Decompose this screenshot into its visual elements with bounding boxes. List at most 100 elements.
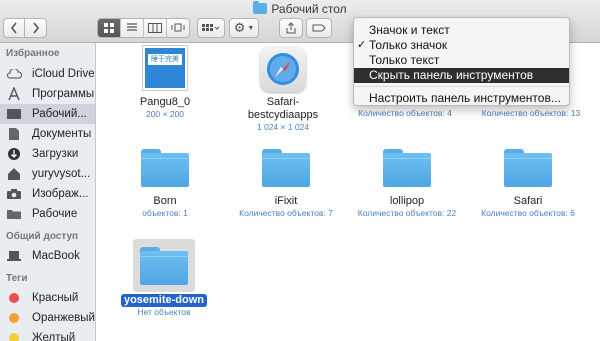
action-button[interactable]: ⚙ ▼ [229, 18, 259, 38]
view-mode-segmented-control [97, 18, 190, 38]
file-name: yosemite-down [120, 294, 208, 307]
yellow-tag-dot-icon [0, 328, 28, 341]
menu-separator [354, 86, 569, 87]
downloads-icon [0, 144, 28, 164]
file-item-yosemite-down[interactable]: yosemite-down Нет объектов [106, 247, 222, 318]
tags-header: Теги [6, 273, 28, 284]
chevron-left-icon [10, 22, 17, 34]
file-item-hidden-2[interactable]: Количество объектов: 13 [473, 108, 589, 119]
file-item-ifixit[interactable]: iFixit Количество объектов: 7 [228, 149, 344, 219]
sidebar-item-label: Красный [32, 292, 79, 304]
menu-item-label: Только значок [369, 38, 448, 52]
arrange-button[interactable] [197, 18, 225, 38]
menu-item-label: Только текст [369, 53, 440, 67]
image-thumbnail: 睡于完美 [143, 46, 187, 90]
icon-view-icon [104, 23, 114, 33]
sidebar-item-label: MacBook [32, 250, 80, 262]
window-title-text: Рабочий стол [271, 2, 347, 16]
file-name: Born [153, 195, 177, 207]
sidebar-item-label: Оранжевый [32, 312, 95, 324]
sidebar-item-desktop[interactable]: Рабочий... [0, 104, 95, 124]
folder-icon [141, 149, 189, 187]
file-info: Количество объектов: 6 [481, 208, 575, 218]
file-info: объектов: 1 [142, 208, 188, 218]
sidebar-item-documents[interactable]: Документы [0, 124, 95, 144]
sidebar-item-label: Рабочие [32, 208, 78, 220]
sidebar-item-label: Рабочий... [32, 108, 87, 120]
sidebar-item-label: Желтый [32, 332, 76, 341]
menu-item-label: Скрыть панель инструментов [369, 68, 534, 82]
menu-item-customize-toolbar[interactable]: Настроить панель инструментов... [354, 91, 569, 106]
safari-icon [260, 46, 306, 92]
sidebar: Избранное iCloud Drive Программы Рабочий… [0, 43, 96, 341]
list-view-button[interactable] [121, 19, 144, 37]
sidebar-item-macbook[interactable]: MacBook [0, 246, 95, 266]
file-info: Количество объектов: 13 [481, 108, 581, 118]
red-tag-dot-icon [0, 288, 28, 308]
file-info: Количество объектов: 22 [357, 208, 457, 218]
coverflow-view-button[interactable] [167, 19, 189, 37]
file-name: Safari [513, 195, 543, 207]
shared-header: Общий доступ [6, 231, 79, 242]
documents-icon [0, 124, 28, 144]
menu-item-label: Настроить панель инструментов... [369, 91, 561, 105]
sidebar-item-label: yuryvysot... [32, 168, 91, 180]
sidebar-item-pictures[interactable]: Изображ... [0, 184, 95, 204]
file-name: iFixit [274, 195, 298, 207]
sidebar-item-label: Документы [32, 128, 92, 140]
menu-item-hide-toolbar[interactable]: Скрыть панель инструментов [354, 68, 569, 83]
file-item-born[interactable]: Born объектов: 1 [107, 149, 223, 219]
menu-item-icon-and-text[interactable]: Значок и текст [354, 23, 569, 38]
apps-icon [0, 84, 28, 104]
icon-view-button[interactable] [98, 19, 121, 37]
file-info: 200 × 200 [145, 109, 185, 119]
menu-item-icon-only[interactable]: ✓ Только значок [354, 38, 569, 53]
list-view-icon [127, 23, 137, 31]
chevron-right-icon [32, 22, 39, 34]
pangu-badge: 睡于完美 [148, 54, 182, 65]
folder-icon [383, 149, 431, 187]
file-item-lollipop[interactable]: lollipop Количество объектов: 22 [349, 149, 465, 219]
file-item-hidden-1[interactable]: Количество объектов: 4 [347, 108, 463, 119]
folder-icon [253, 1, 268, 14]
column-view-button[interactable] [144, 19, 167, 37]
sidebar-item-tag-red[interactable]: Красный [0, 288, 95, 308]
window-title: Рабочий стол [0, 1, 600, 17]
sidebar-item-label: Программы [32, 88, 95, 100]
column-view-icon [148, 23, 162, 33]
home-icon [0, 164, 28, 184]
file-info: Количество объектов: 7 [239, 208, 333, 218]
forward-button[interactable] [25, 18, 47, 38]
folder-icon [262, 149, 310, 187]
file-item-safari-app[interactable]: Safari- bestcydiaapps 1 024 × 1 024 [225, 46, 341, 133]
file-name: Safari- [266, 96, 300, 108]
coverflow-view-icon [171, 23, 185, 32]
tag-button[interactable] [306, 18, 332, 38]
file-info: Нет объектов [137, 307, 191, 317]
desktop-icon [0, 104, 28, 124]
menu-item-text-only[interactable]: Только текст [354, 53, 569, 68]
file-info: 1 024 × 1 024 [256, 122, 310, 132]
folder-icon [0, 204, 28, 224]
sidebar-item-tag-yellow[interactable]: Желтый [0, 328, 95, 341]
checkmark-icon: ✓ [357, 39, 367, 51]
sidebar-item-downloads[interactable]: Загрузки [0, 144, 95, 164]
share-icon [286, 22, 296, 34]
file-name: Pangu8_0 [139, 96, 191, 108]
file-item-safari-folder[interactable]: Safari Количество объектов: 6 [470, 149, 586, 219]
file-name: lollipop [389, 195, 425, 207]
sidebar-item-label: iCloud Drive [32, 68, 95, 80]
back-button[interactable] [3, 18, 25, 38]
file-item-pangu[interactable]: 睡于完美 Pangu8_0 200 × 200 [107, 46, 223, 120]
tag-icon [312, 24, 326, 32]
camera-icon [0, 184, 28, 204]
sidebar-item-home[interactable]: yuryvysot... [0, 164, 95, 184]
cloud-icon [0, 64, 28, 84]
chevron-down-icon: ▼ [247, 24, 255, 32]
sidebar-item-applications[interactable]: Программы [0, 84, 95, 104]
sidebar-item-icloud[interactable]: iCloud Drive [0, 64, 95, 84]
sidebar-item-tag-orange[interactable]: Оранжевый [0, 308, 95, 328]
sidebar-item-work[interactable]: Рабочие [0, 204, 95, 224]
share-button[interactable] [279, 18, 303, 38]
laptop-icon [0, 246, 28, 266]
